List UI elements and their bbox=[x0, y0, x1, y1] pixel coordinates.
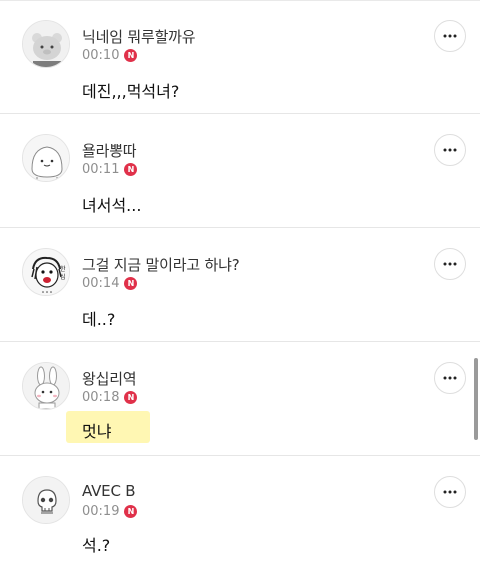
comment-meta: 00:10 N bbox=[82, 48, 138, 63]
new-badge: N bbox=[124, 505, 138, 518]
comment-time: 00:11 bbox=[82, 162, 120, 177]
svg-text:심: 심 bbox=[60, 273, 66, 281]
new-badge: N bbox=[124, 163, 138, 176]
comment-item: 한 심 그걸 지금 말이라고 하냐? 00:14 N 데..? bbox=[0, 228, 480, 342]
new-badge: N bbox=[124, 277, 138, 290]
bunny-face-icon[interactable] bbox=[22, 362, 70, 410]
comment-meta: 00:14 N bbox=[82, 276, 138, 291]
comment-item: 닉네임 뭐루할까유 00:10 N 데진,,,먹석녀? bbox=[0, 0, 480, 114]
comment-meta: 00:18 N bbox=[82, 390, 138, 405]
comment-time: 00:10 bbox=[82, 48, 120, 63]
nickname[interactable]: 욜라뽕따 bbox=[82, 140, 137, 161]
nickname[interactable]: AVEC B bbox=[82, 482, 136, 500]
comment-text: 데..? bbox=[82, 310, 116, 329]
skull-face-icon[interactable] bbox=[22, 476, 70, 524]
more-options-button[interactable] bbox=[434, 248, 466, 280]
comment-text: 데진,,,먹석녀? bbox=[82, 82, 180, 101]
comment-time: 00:18 bbox=[82, 390, 120, 405]
more-options-button[interactable] bbox=[434, 134, 466, 166]
comment-time: 00:14 bbox=[82, 276, 120, 291]
comment-meta: 00:11 N bbox=[82, 162, 138, 177]
new-badge: N bbox=[124, 391, 138, 404]
comment-text: 멋냐 bbox=[82, 422, 112, 441]
more-dots-icon bbox=[443, 34, 457, 38]
nickname[interactable]: 그걸 지금 말이라고 하냐? bbox=[82, 254, 240, 275]
svg-text:한: 한 bbox=[60, 266, 66, 273]
more-options-button[interactable] bbox=[434, 476, 466, 508]
comment-text: 녀서석... bbox=[82, 196, 142, 215]
sketch-face-icon[interactable]: 한 심 bbox=[22, 248, 70, 296]
comment-item: 왕십리역 00:18 N 멋냐 bbox=[0, 342, 480, 456]
more-dots-icon bbox=[443, 376, 457, 380]
new-badge: N bbox=[124, 49, 138, 62]
comment-item: AVEC B 00:19 N 석.? bbox=[0, 456, 480, 568]
comment-list: 닉네임 뭐루할까유 00:10 N 데진,,,먹석녀? 욜라뽕따 00:11 N… bbox=[0, 0, 480, 568]
nickname[interactable]: 왕십리역 bbox=[82, 368, 137, 389]
comment-time: 00:19 bbox=[82, 504, 120, 519]
more-options-button[interactable] bbox=[434, 20, 466, 52]
comment-item: 욜라뽕따 00:11 N 녀서석... bbox=[0, 114, 480, 228]
comment-meta: 00:19 N bbox=[82, 504, 138, 519]
bear-face-icon[interactable] bbox=[22, 20, 70, 68]
more-dots-icon bbox=[443, 262, 457, 266]
dumpling-face-icon[interactable] bbox=[22, 134, 70, 182]
nickname[interactable]: 닉네임 뭐루할까유 bbox=[82, 26, 196, 47]
more-dots-icon bbox=[443, 148, 457, 152]
comment-text: 석.? bbox=[82, 536, 111, 555]
more-dots-icon bbox=[443, 490, 457, 494]
more-options-button[interactable] bbox=[434, 362, 466, 394]
scrollbar[interactable] bbox=[474, 358, 478, 440]
